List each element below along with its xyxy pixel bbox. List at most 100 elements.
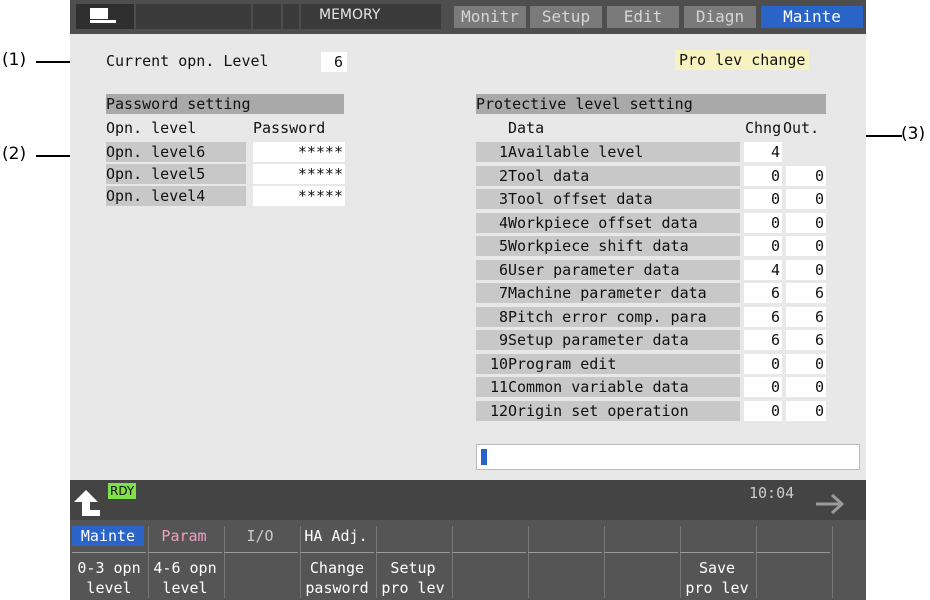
protective-row-chng[interactable]: 6 [744,330,782,350]
softkey-10[interactable] [756,526,833,598]
softkey-label-line2: pro lev [685,579,749,597]
protective-row-number: 3 [476,189,508,209]
protective-row-out[interactable]: 0 [786,400,826,421]
clock-time: 10:04 [749,484,795,502]
status-bar: RDY 10:04 [70,480,866,520]
protective-row-name: Setup parameter data [508,330,740,350]
softkey-label-line2: level [86,579,132,597]
callout-2: (2) [2,144,27,164]
tab-diagn[interactable]: Diagn [684,6,756,28]
softkey-3[interactable] [224,526,301,598]
tab-monitr[interactable]: Monitr [454,6,526,28]
softkey-label-line1: 0-3 opn [77,559,141,577]
protective-row-number: 4 [476,212,508,233]
callout-3: (3) [901,124,926,144]
protective-row-out[interactable]: 0 [786,259,826,280]
protective-row-chng[interactable]: 6 [744,306,782,327]
softkey-4[interactable]: Change pasword [300,526,377,598]
softkey-separator [300,552,374,553]
protective-col-data: Data [508,119,545,137]
softkey-label-line2: level [162,579,208,597]
protective-row-out[interactable]: 0 [786,212,826,233]
protective-row-number: 12 [476,400,508,421]
password-row-level: Opn. level6 [106,142,246,162]
top-bar: MEMORY Monitr Setup Edit Diagn Mainte [70,0,866,34]
softkey-8[interactable] [604,526,681,598]
protective-row-out[interactable]: 0 [786,165,826,186]
rdy-indicator: RDY [108,483,137,499]
up-arrow-icon [74,490,100,516]
password-col-level: Opn. level [106,119,197,137]
protective-row-number: 5 [476,236,508,256]
password-col-password: Password [253,119,326,137]
softkey-separator [756,552,830,553]
protective-row-chng[interactable]: 0 [744,236,782,256]
input-line[interactable] [476,444,860,470]
protective-row-name: Common variable data [508,377,740,397]
protective-row-chng[interactable]: 4 [744,142,782,162]
softkey-label-line1: Save [698,559,736,577]
protective-row-out[interactable]: 0 [786,236,826,256]
softkey-separator [452,552,526,553]
softkey-separator [148,552,222,553]
protective-row-out[interactable]: 0 [786,189,826,209]
status-seg-3 [283,4,299,29]
protective-row-chng[interactable]: 0 [744,353,782,374]
password-setting-title: Password setting [106,94,344,114]
protective-row-name: Tool data [508,165,740,186]
softkey-label-line2: pro lev [381,579,445,597]
protective-row-number: 7 [476,283,508,303]
softkey-separator [72,552,146,553]
protective-row-out[interactable]: 6 [786,306,826,327]
softkey-7[interactable] [528,526,605,598]
window-icon-block [76,4,134,29]
protective-row-number: 2 [476,165,508,186]
protective-row-chng[interactable]: 6 [744,283,782,303]
protective-row-chng[interactable]: 0 [744,189,782,209]
tab-setup[interactable]: Setup [530,6,602,28]
protective-row-chng[interactable]: 0 [744,400,782,421]
current-level-value[interactable]: 6 [321,52,347,72]
password-field[interactable]: ***** [253,164,345,184]
tab-mainte[interactable]: Mainte [761,6,863,28]
softkey-separator [604,552,678,553]
protective-row-name: Origin set operation [508,400,740,421]
protective-row-out[interactable]: 6 [786,330,826,350]
softkey-9[interactable]: Save pro lev [680,526,757,598]
right-arrow-icon[interactable] [814,492,848,516]
protective-row-name: Available level [508,142,740,162]
protective-row-name: Workpiece offset data [508,212,740,233]
softkey-label-line1: 4-6 opn [153,559,217,577]
protective-row-chng[interactable]: 0 [744,212,782,233]
password-row-level: Opn. level4 [106,186,246,206]
password-field[interactable]: ***** [253,186,345,206]
password-field[interactable]: ***** [253,142,345,162]
cnc-screen: MEMORY Monitr Setup Edit Diagn Mainte Cu… [70,0,866,600]
softkey-label-line1: Change [309,559,365,577]
protective-row-chng[interactable]: 4 [744,259,782,280]
softkey-6[interactable] [452,526,529,598]
status-seg-1 [136,4,251,29]
protective-row-name: Workpiece shift data [508,236,740,256]
protective-row-out[interactable]: 6 [786,283,826,303]
protective-row-out[interactable]: 0 [786,377,826,397]
softkey-separator [680,552,754,553]
protective-col-chng: Chng [745,119,782,137]
current-level-label: Current opn. Level [106,52,269,70]
protective-row-number: 6 [476,259,508,280]
callout-1: (1) [2,50,27,70]
softkey-label-line2: pasword [305,579,369,597]
protective-row-number: 10 [476,353,508,374]
softkey-2[interactable]: 4-6 opn level [148,526,225,598]
protective-row-number: 11 [476,377,508,397]
mode-indicator: MEMORY [301,4,441,29]
tab-edit[interactable]: Edit [607,6,679,28]
mode-text: MEMORY [319,7,381,23]
main-area: Current opn. Level 6 Pro lev change Pass… [70,34,866,480]
protective-row-chng[interactable]: 0 [744,165,782,186]
input-cursor [481,449,487,465]
softkey-5[interactable]: Setup pro lev [376,526,453,598]
protective-row-chng[interactable]: 0 [744,377,782,397]
softkey-1[interactable]: 0-3 opn level [72,526,149,598]
protective-row-out[interactable]: 0 [786,353,826,374]
